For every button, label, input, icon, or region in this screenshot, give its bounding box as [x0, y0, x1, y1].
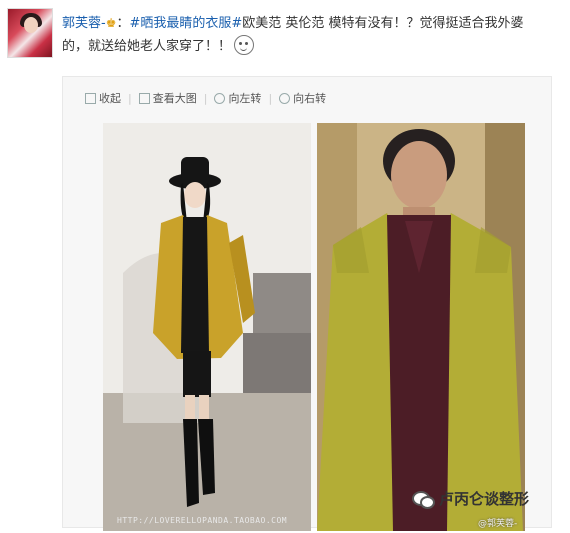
collect-button[interactable]: 收起	[78, 90, 128, 106]
image-toolbar: 收起 | 查看大图 | 向左转 | 向右转	[78, 88, 333, 108]
rotate-left-icon	[214, 92, 226, 104]
rotate-left-button[interactable]: 向左转	[207, 90, 268, 106]
rotate-right-label: 向右转	[293, 92, 327, 105]
brand-watermark: 卢丙仑谈整形	[412, 488, 529, 509]
rotate-right-icon	[279, 92, 291, 104]
photo-credit: @郭芙蓉-	[478, 519, 518, 529]
collapse-icon	[85, 92, 96, 104]
image-card: 收起 | 查看大图 | 向左转 | 向右转 HTTP://LOVERELLOPA…	[62, 76, 552, 531]
photo-url-watermark: HTTP://LOVERELLOPANDA.TAOBAO.COM	[117, 516, 288, 525]
author-name[interactable]: 郭芙蓉-	[62, 16, 106, 31]
post-text: 郭芙蓉-♚：#晒我最睛的衣服#欧美范 英伦范 模特有没有！？觉得挺适合我外婆 的…	[62, 12, 552, 58]
model-photo[interactable]: HTTP://LOVERELLOPANDA.TAOBAO.COM	[103, 123, 311, 531]
model-photo-illustration	[103, 123, 311, 531]
brand-name: 卢丙仑谈整形	[439, 490, 530, 508]
post-body-line2: 的，就送给她老人家穿了！！	[62, 39, 232, 54]
smiley-icon	[234, 35, 255, 55]
avatar-face	[24, 17, 38, 33]
post-colon: ：	[116, 16, 130, 31]
collect-label: 收起	[99, 92, 121, 105]
crown-icon: ♚	[105, 16, 117, 30]
post-body-line1: 欧美范 英伦范 模特有没有！？觉得挺适合我外婆	[242, 16, 524, 31]
topic-link[interactable]: #晒我最睛的衣服#	[129, 16, 242, 31]
rotate-left-label: 向左转	[228, 92, 262, 105]
enlarge-icon	[138, 92, 150, 104]
view-large-label: 查看大图	[152, 92, 197, 105]
grandma-photo[interactable]	[317, 123, 525, 531]
avatar[interactable]	[7, 8, 53, 58]
rotate-right-button[interactable]: 向右转	[272, 90, 333, 106]
view-large-button[interactable]: 查看大图	[132, 90, 204, 106]
grandma-photo-illustration	[317, 123, 525, 531]
wechat-icon	[412, 490, 435, 509]
